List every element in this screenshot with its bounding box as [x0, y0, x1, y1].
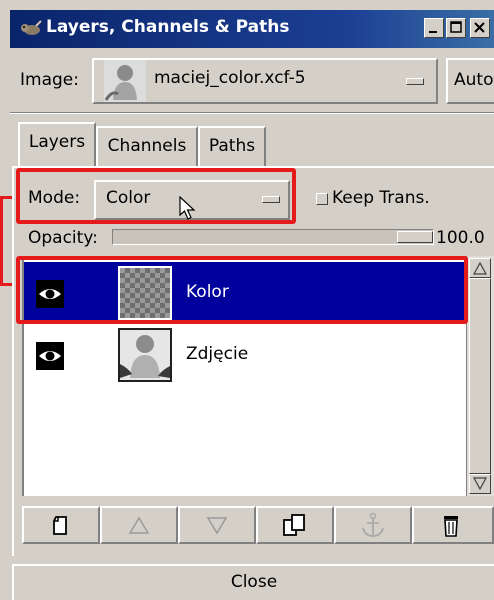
trash-icon [444, 516, 458, 537]
anchor-layer-icon [362, 512, 384, 537]
layer-highlight [16, 256, 468, 324]
minimize-button[interactable] [424, 18, 444, 38]
title-bar[interactable]: Layers, Channels & Paths [10, 10, 494, 48]
new-layer-icon [53, 516, 67, 535]
tab-layers[interactable]: Layers [18, 122, 96, 168]
scrollbar-thumb[interactable] [469, 278, 491, 474]
layers-dialog: Layers, Channels & Paths Image: maciej_c… [0, 0, 494, 600]
image-selector-value: maciej_color.xcf-5 [154, 68, 306, 88]
opacity-value: 100.0 [436, 228, 485, 248]
image-label: Image: [20, 70, 79, 90]
gimp-app-icon [21, 20, 42, 35]
triangle-up-icon [472, 261, 488, 275]
duplicate-layer-button[interactable] [256, 506, 334, 544]
duplicate-layer-icon [283, 514, 305, 536]
scroll-up-button[interactable] [469, 258, 491, 278]
annotation-bracket [0, 196, 12, 286]
auto-label: Auto [454, 70, 494, 90]
scroll-down-button[interactable] [469, 474, 491, 494]
minimize-icon [429, 31, 437, 33]
lower-layer-icon [206, 517, 228, 535]
auto-button[interactable]: Auto [446, 58, 494, 104]
tab-paths-label: Paths [208, 136, 256, 156]
dropdown-arrow-icon [406, 78, 424, 85]
keep-trans-label: Keep Trans. [332, 188, 430, 208]
image-selector[interactable]: maciej_color.xcf-5 [92, 58, 438, 104]
keep-trans-checkbox[interactable] [316, 193, 328, 205]
separator [10, 112, 494, 114]
tab-paths[interactable]: Paths [198, 126, 266, 166]
layer-thumbnail-photo-icon [118, 328, 172, 382]
eye-icon[interactable] [36, 342, 64, 370]
mode-highlight [16, 168, 296, 224]
maximize-button[interactable] [446, 18, 466, 38]
close-button[interactable]: Close [12, 564, 494, 600]
tab-channels-label: Channels [107, 136, 187, 156]
delete-layer-button[interactable] [412, 506, 494, 544]
close-icon [474, 22, 485, 33]
raise-layer-icon [128, 516, 150, 534]
opacity-label: Opacity: [28, 228, 98, 248]
opacity-slider-thumb[interactable] [397, 231, 433, 243]
new-layer-button[interactable] [22, 506, 100, 544]
raise-layer-button[interactable] [100, 506, 178, 544]
maximize-icon [450, 21, 462, 33]
lower-layer-button[interactable] [178, 506, 256, 544]
layer-list-scrollbar[interactable] [466, 256, 494, 496]
anchor-layer-button[interactable] [334, 506, 412, 544]
tab-layers-label: Layers [28, 132, 86, 152]
close-window-button[interactable] [470, 18, 490, 38]
layer-row-zdjecie[interactable]: Zdjęcie [24, 324, 464, 386]
image-thumbnail-icon [104, 60, 146, 102]
layer-name-zdjecie: Zdjęcie [186, 344, 249, 364]
window-title: Layers, Channels & Paths [46, 17, 290, 37]
opacity-slider[interactable] [112, 229, 434, 245]
close-button-label: Close [230, 572, 278, 592]
triangle-down-icon [472, 477, 488, 491]
tab-channels[interactable]: Channels [96, 126, 198, 166]
